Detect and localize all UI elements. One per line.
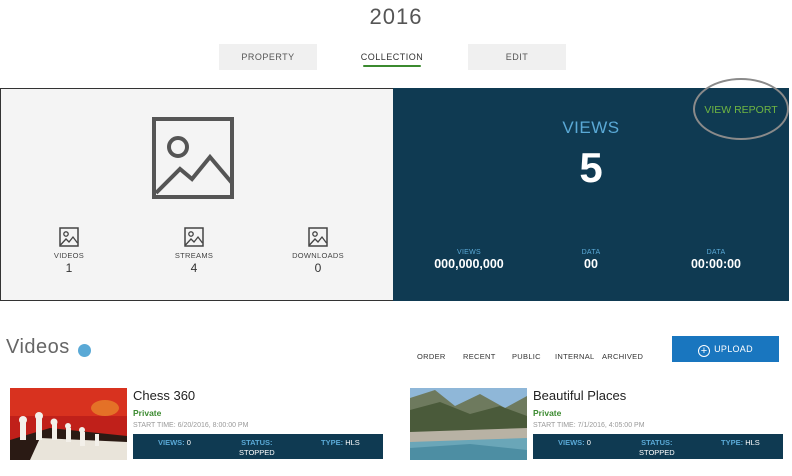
video-title[interactable]: Chess 360 xyxy=(133,388,195,403)
status-value: STOPPED xyxy=(239,448,275,457)
stat-label: STREAMS xyxy=(174,251,214,260)
status-value: STOPPED xyxy=(639,448,675,457)
upload-label: UPLOAD xyxy=(714,344,753,354)
info-icon[interactable] xyxy=(78,344,91,357)
upload-button[interactable]: + UPLOAD xyxy=(672,336,779,362)
views-key: VIEWS: xyxy=(158,438,185,447)
filter-internal[interactable]: INTERNAL xyxy=(555,352,595,361)
stat-videos: VIDEOS 1 xyxy=(29,227,109,275)
video-privacy: Private xyxy=(533,408,562,418)
type-value: HLS xyxy=(345,438,360,447)
views-stat-views: VIEWS 000,000,000 xyxy=(421,249,517,271)
views-stat-duration: DATA 00:00:00 xyxy=(676,249,756,271)
status-key: STATUS: xyxy=(641,438,673,447)
views-value: 0 xyxy=(586,438,591,447)
stat-value: 4 xyxy=(190,261,198,275)
stat-value: 0 xyxy=(314,261,322,275)
video-stats-bar: VIEWS: 0 STATUS: STOPPED TYPE: HLS xyxy=(533,434,783,459)
tab-collection[interactable]: COLLECTION xyxy=(343,44,441,70)
video-start-time: START TIME: 7/1/2016, 4:05:00 PM xyxy=(533,422,645,429)
views-count: 5 xyxy=(579,144,603,191)
status-key: STATUS: xyxy=(241,438,273,447)
views-label: VIEWS xyxy=(562,118,620,137)
views-stat-data: DATA 00 xyxy=(561,249,621,271)
video-card[interactable]: Chess 360 Private START TIME: 6/20/2016,… xyxy=(10,386,395,476)
filter-order[interactable]: ORDER xyxy=(417,352,446,361)
type-key: TYPE: xyxy=(321,438,344,447)
tab-edit[interactable]: EDIT xyxy=(468,44,566,70)
page-title: 2016 xyxy=(369,4,423,29)
video-card[interactable]: Beautiful Places Private START TIME: 7/1… xyxy=(410,386,792,476)
tab-property[interactable]: PROPERTY xyxy=(219,44,317,70)
video-thumbnail[interactable] xyxy=(410,388,527,460)
stat-label: VIEWS xyxy=(456,249,482,256)
videos-section-title: Videos xyxy=(6,336,70,358)
views-value: 0 xyxy=(186,438,191,447)
type-key: TYPE: xyxy=(721,438,744,447)
stat-downloads: DOWNLOADS 0 xyxy=(278,227,358,275)
video-title[interactable]: Beautiful Places xyxy=(533,388,626,403)
type-value: HLS xyxy=(745,438,760,447)
filter-archived[interactable]: ARCHIVED xyxy=(602,352,643,361)
stat-label: DATA xyxy=(706,249,726,256)
stat-value: 1 xyxy=(65,261,73,275)
plus-circle-icon: + xyxy=(698,345,711,357)
image-icon xyxy=(59,227,79,247)
collection-overview: VIDEOS 1 STREAMS 4 DOWNLOADS 0 VIEW REPO… xyxy=(0,78,792,301)
collection-thumbnail-panel: VIDEOS 1 STREAMS 4 DOWNLOADS 0 xyxy=(0,88,393,301)
tab-bar: PROPERTY COLLECTION EDIT xyxy=(0,44,792,70)
stat-label: VIDEOS xyxy=(53,251,85,260)
stat-value: 00:00:00 xyxy=(690,257,742,271)
stat-streams: STREAMS 4 xyxy=(154,227,234,275)
image-icon xyxy=(184,227,204,247)
filter-public[interactable]: PUBLIC xyxy=(512,352,541,361)
video-start-time: START TIME: 6/20/2016, 8:00:00 PM xyxy=(133,422,249,429)
stat-value: 00 xyxy=(584,257,598,271)
image-icon xyxy=(308,227,328,247)
stat-label: DOWNLOADS xyxy=(292,251,344,260)
stat-label: DATA xyxy=(581,249,601,256)
video-thumbnail[interactable] xyxy=(10,388,127,460)
views-panel: VIEW REPORT VIEWS 5 VIEWS 000,000,000 DA… xyxy=(393,78,789,301)
video-privacy: Private xyxy=(133,408,162,418)
video-stats-bar: VIEWS: 0 STATUS: STOPPED TYPE: HLS xyxy=(133,434,383,459)
filter-recent[interactable]: RECENT xyxy=(463,352,496,361)
views-key: VIEWS: xyxy=(558,438,585,447)
stat-value: 000,000,000 xyxy=(434,257,504,271)
image-placeholder-icon xyxy=(152,117,234,199)
